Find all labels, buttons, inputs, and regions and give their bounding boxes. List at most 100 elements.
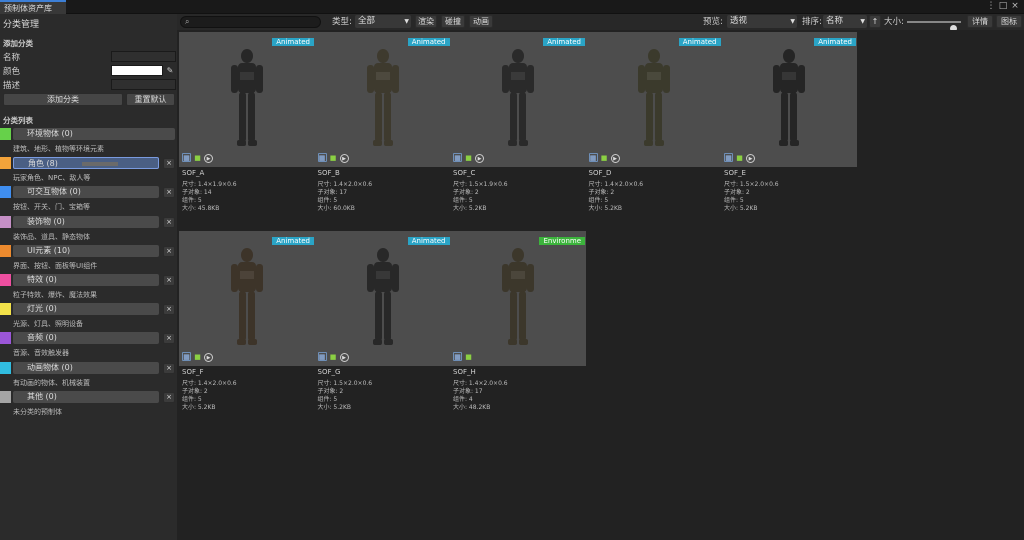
reset-default-button[interactable]: 重置默认 [126, 93, 175, 106]
asset-thumbnail[interactable]: Environme ▦ ■ [450, 231, 586, 366]
close-icon[interactable]: × [1010, 1, 1020, 12]
asset-thumbnail[interactable]: Animated ▦ ■ ▶ [585, 32, 722, 167]
asset-card[interactable]: Animated ▦ ■ ▶ SOF_B 尺寸: 1.4×2.0×0.6 子对象: 17 组件… [314, 32, 451, 216]
category-description: 有动画的物体、机械装置 [13, 378, 90, 387]
asset-grid: Animated ▦ ■ ▶ SOF_A 尺寸: 1.4×1.9×0.6 子对象: 14 组件… [177, 30, 1024, 540]
category-label: 动画物体 (0) [27, 362, 73, 372]
asset-file-size: 大小: 5.2KB [182, 404, 216, 411]
category-description: 建筑、地形、植物等环境元素 [13, 145, 104, 153]
asset-card[interactable]: Animated ▦ ■ ▶ SOF_A 尺寸: 1.4×1.9×0.6 子对象: 14 组件… [179, 32, 315, 216]
grid-icon: ▦ [588, 153, 598, 162]
category-description: 玩家角色、NPC、敌人等 [13, 174, 91, 183]
character-model-preview [366, 49, 399, 146]
remove-category-button[interactable]: × [163, 158, 175, 170]
asset-thumbnail[interactable]: Animated ▦ ■ ▶ [314, 32, 451, 167]
asset-card[interactable]: Animated ▦ ■ ▶ SOF_E 尺寸: 1.5×2.0×0.6 子对象: 2 组件:… [721, 32, 857, 216]
category-color-swatch [0, 274, 11, 286]
category-label: 灯光 (0) [27, 304, 57, 314]
preview-dropdown[interactable]: 透视 ▼ [727, 15, 797, 28]
asset-file-size: 大小: 60.0KB [317, 205, 355, 212]
preview-dropdown-value: 透视 [730, 16, 748, 26]
asset-thumbnail[interactable]: Animated ▦ ■ ▶ [179, 32, 315, 167]
size-label: 大小: [884, 17, 904, 27]
type-dropdown[interactable]: 全部 ▼ [355, 15, 411, 28]
cube-icon: ■ [329, 154, 337, 162]
play-icon: ▶ [610, 154, 620, 163]
remove-category-button[interactable]: × [163, 391, 175, 403]
details-view-button[interactable]: 详情 [967, 15, 993, 28]
asset-feature-icons: ▦ ■ ▶ [182, 352, 215, 362]
cube-icon: ■ [194, 154, 201, 162]
kebab-icon[interactable]: ⋮ [986, 1, 996, 12]
play-icon: ▶ [204, 154, 213, 163]
asset-card[interactable]: Animated ▦ ■ ▶ SOF_C 尺寸: 1.5×1.9×0.6 子对象: 2 组件:… [450, 32, 586, 216]
asset-name: SOF_H [453, 368, 476, 376]
size-slider[interactable] [907, 21, 961, 32]
color-label: 颜色 [3, 67, 21, 77]
category-description: 音源、音效触发器 [13, 349, 69, 358]
asset-feature-icons: ▦ ■ [453, 352, 475, 362]
play-icon: ▶ [746, 154, 755, 163]
grid-icon: ▦ [453, 153, 462, 162]
category-sidebar: 分类管理 添加分类 名称 颜色 ✎ 描述 添加分类 重置默认 分类列表 环境物体… [0, 14, 177, 540]
category-list-title: 分类列表 [3, 116, 33, 125]
asset-card[interactable]: Animated ▦ ■ ▶ SOF_F 尺寸: 1.4×2.0×0.6 子对象: 2 组件:… [179, 231, 315, 415]
category-scrubber [82, 162, 118, 167]
sort-direction-button[interactable]: ↑ [869, 15, 881, 28]
cube-icon: ■ [736, 154, 743, 162]
category-item[interactable]: 音频 (0) [13, 332, 159, 345]
category-item[interactable]: UI元素 (10) [13, 244, 159, 257]
category-item[interactable]: 特效 (0) [13, 274, 159, 286]
maximize-icon[interactable]: □ [998, 1, 1008, 12]
color-field[interactable] [111, 65, 163, 76]
prefab-library-window: 预制体资产库 ⋮ □ × 分类管理 添加分类 名称 颜色 ✎ 描述 添加分类 重… [0, 0, 1024, 540]
icon-view-button[interactable]: 图标 [996, 15, 1022, 28]
remove-category-button[interactable]: × [163, 216, 175, 228]
grid-icon: ▦ [453, 352, 462, 361]
desc-field[interactable] [111, 79, 176, 90]
eyedropper-icon[interactable]: ✎ [164, 65, 176, 76]
play-icon: ▶ [204, 353, 213, 362]
category-color-swatch [0, 215, 11, 228]
remove-category-button[interactable]: × [163, 362, 175, 374]
sort-dropdown[interactable]: 名称 ▼ [823, 15, 867, 28]
remove-category-button[interactable]: × [163, 187, 175, 199]
search-input[interactable]: ⌕ [180, 16, 321, 28]
remove-category-button[interactable]: × [163, 304, 175, 316]
category-item[interactable]: 动画物体 (0) [13, 361, 159, 374]
name-field[interactable] [111, 51, 176, 62]
collision-toggle[interactable]: 碰撞 [441, 15, 465, 28]
asset-card[interactable]: Animated ▦ ■ ▶ SOF_D 尺寸: 1.4×2.0×0.6 子对象: 2 组件:… [585, 32, 722, 216]
category-item[interactable]: 装饰物 (0) [13, 215, 159, 228]
remove-category-button[interactable]: × [163, 245, 175, 257]
cube-icon: ■ [329, 353, 337, 361]
category-description: 未分类的预制体 [13, 407, 62, 416]
render-toggle[interactable]: 渲染 [415, 15, 437, 28]
character-model-preview [366, 248, 399, 345]
category-label: 可交互物体 (0) [27, 187, 81, 197]
cube-icon: ■ [465, 154, 472, 162]
category-item[interactable]: 可交互物体 (0) [13, 186, 159, 199]
asset-card[interactable]: Environme ▦ ■ SOF_H 尺寸: 1.4×2.0×0.6 子对象: 17 组件… [450, 231, 586, 415]
window-tab[interactable]: 预制体资产库 [0, 0, 66, 14]
asset-thumbnail[interactable]: Animated ▦ ■ ▶ [314, 231, 451, 366]
asset-file-size: 大小: 5.2KB [453, 205, 487, 212]
type-label: 类型: [332, 17, 352, 27]
category-description: 装饰品、道具、静态物体 [13, 232, 90, 241]
asset-card[interactable]: Animated ▦ ■ ▶ SOF_G 尺寸: 1.5×2.0×0.6 子对象: 2 组件:… [314, 231, 451, 415]
remove-category-button[interactable]: × [163, 275, 175, 286]
play-icon: ▶ [339, 353, 349, 362]
category-item[interactable]: 角色 (8) [13, 157, 159, 170]
cube-icon: ■ [600, 154, 608, 162]
asset-thumbnail[interactable]: Animated ▦ ■ ▶ [179, 231, 315, 366]
category-item[interactable]: 灯光 (0) [13, 303, 159, 316]
category-item[interactable]: 其他 (0) [13, 390, 159, 403]
desc-label: 描述 [3, 81, 21, 91]
remove-category-button[interactable]: × [163, 333, 175, 345]
category-item[interactable]: 环境物体 (0) [13, 128, 175, 140]
asset-thumbnail[interactable]: Animated ▦ ■ ▶ [450, 32, 586, 167]
animation-toggle[interactable]: 动画 [469, 15, 493, 28]
type-badge: Animated [814, 38, 856, 46]
asset-thumbnail[interactable]: Animated ▦ ■ ▶ [721, 32, 857, 167]
add-category-button[interactable]: 添加分类 [3, 93, 123, 106]
